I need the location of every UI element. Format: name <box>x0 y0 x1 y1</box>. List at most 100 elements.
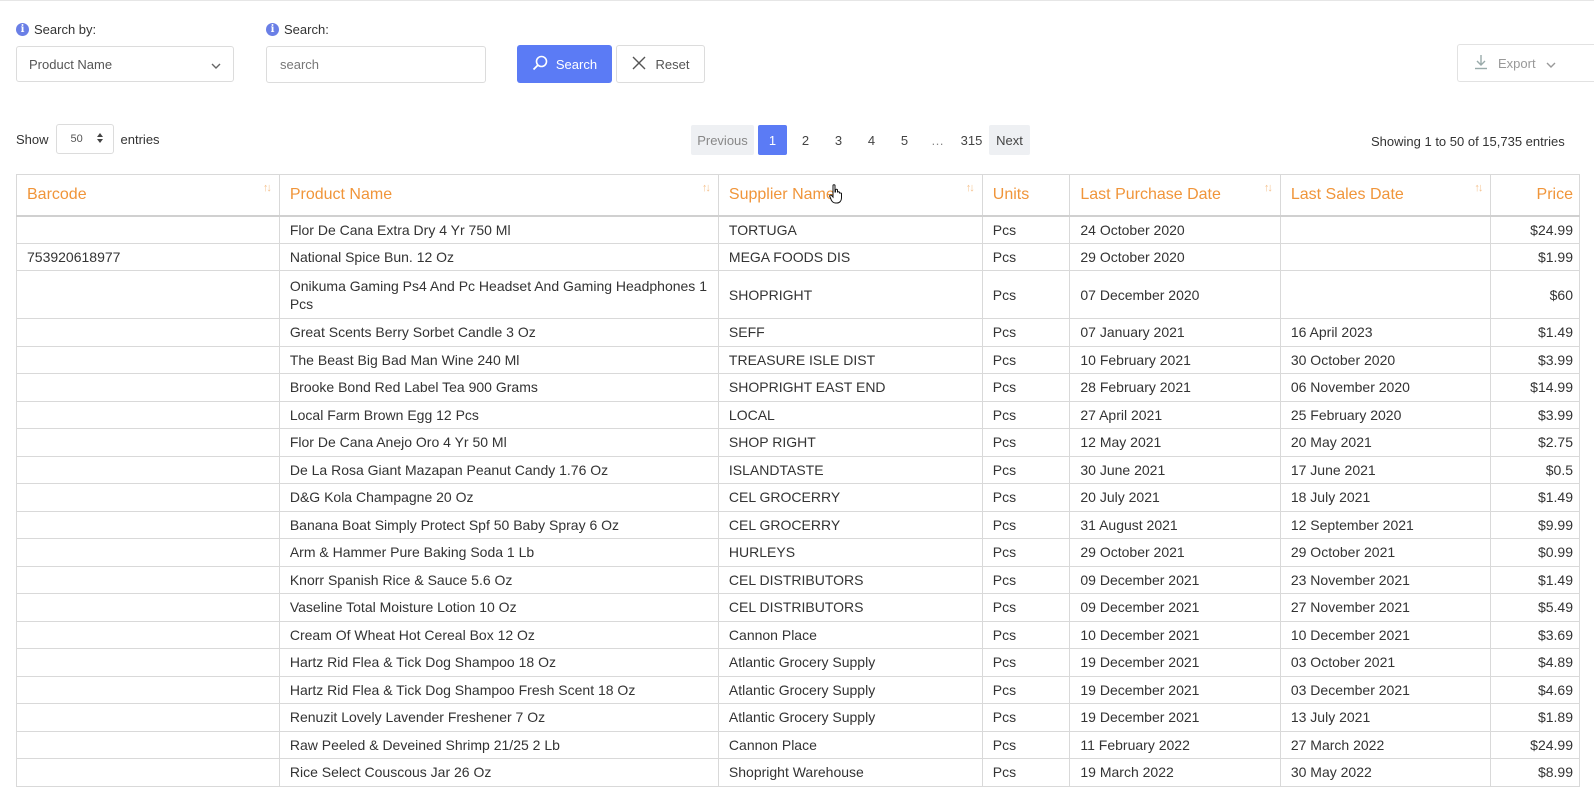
table-row[interactable]: 753920618977 National Spice Bun. 12 Oz MEG… <box>16 242 1580 271</box>
cell-supplier-name: Atlantic Grocery Supply <box>717 703 983 732</box>
table-row[interactable]: Great Scents Berry Sorbet Candle 3 Oz SEF… <box>16 318 1580 347</box>
cell-barcode <box>16 483 280 512</box>
table-row[interactable]: Local Farm Brown Egg 12 Pcs LOCAL Pcs 27 Ap… <box>16 400 1580 429</box>
cell-barcode <box>16 428 280 457</box>
cell-last-purchase-date: 07 December 2020 <box>1069 270 1281 319</box>
table-row[interactable]: Flor De Cana Anejo Oro 4 Yr 50 Ml SHOP RI… <box>16 428 1580 457</box>
cell-price: $0.5 <box>1490 455 1580 484</box>
cell-last-sales-date: 10 December 2021 <box>1279 620 1492 649</box>
cell-product-name: Local Farm Brown Egg 12 Pcs <box>278 400 719 429</box>
cell-barcode <box>16 538 280 567</box>
cell-last-purchase-date: 19 March 2022 <box>1069 758 1281 787</box>
table-row[interactable]: The Beast Big Bad Man Wine 240 Ml TREASUR… <box>16 345 1580 374</box>
pagination-page-5[interactable]: 5 <box>890 125 919 155</box>
cell-supplier-name: SHOP RIGHT <box>717 428 983 457</box>
column-header-product-name[interactable]: Product Name ↑↓ <box>278 174 719 217</box>
cell-price: $3.99 <box>1490 345 1580 374</box>
search-by-label-row: i Search by: <box>16 22 96 37</box>
top-divider <box>0 0 1594 1</box>
cell-barcode <box>16 565 280 594</box>
table-row[interactable]: Brooke Bond Red Label Tea 900 Grams SHOPR… <box>16 373 1580 402</box>
reset-button[interactable]: Reset <box>616 45 705 83</box>
table-body: Flor De Cana Extra Dry 4 Yr 750 Ml TORTUG… <box>16 215 1580 787</box>
cell-product-name: Arm & Hammer Pure Baking Soda 1 Lb <box>278 538 719 567</box>
column-header-last-purchase-date[interactable]: Last Purchase Date ↑↓ <box>1069 174 1281 217</box>
close-icon <box>632 56 646 73</box>
table-row[interactable]: Renuzit Lovely Lavender Freshener 7 Oz At… <box>16 703 1580 732</box>
search-by-value: Product Name <box>29 56 113 72</box>
cell-product-name: National Spice Bun. 12 Oz <box>278 242 719 271</box>
cell-product-name: Rice Select Couscous Jar 26 Oz <box>278 758 719 787</box>
column-header-supplier-name[interactable]: Supplier Name ↑↓ <box>717 174 983 217</box>
pagination-page-4[interactable]: 4 <box>857 125 886 155</box>
pagination-page-1[interactable]: 1 <box>758 125 787 155</box>
table-row[interactable]: Hartz Rid Flea & Tick Dog Shampoo Fresh … <box>16 675 1580 704</box>
table-header-row: Barcode ↑↓ Product Name ↑↓ Supplier Name ↑↓… <box>16 174 1580 217</box>
cell-barcode <box>16 620 280 649</box>
search-button-label: Search <box>555 56 598 72</box>
table-row[interactable]: Hartz Rid Flea & Tick Dog Shampoo 18 Oz A… <box>16 648 1580 677</box>
download-icon <box>1474 54 1488 73</box>
cell-units: Pcs <box>981 400 1071 429</box>
table-row[interactable]: Knorr Spanish Rice & Sauce 5.6 Oz CEL DIS… <box>16 565 1580 594</box>
cell-units: Pcs <box>981 483 1071 512</box>
column-header-price[interactable]: Price <box>1490 174 1580 217</box>
cell-last-sales-date <box>1279 270 1492 319</box>
table-row[interactable]: D&G Kola Champagne 20 Oz CEL GROCERRY Pcs 2… <box>16 483 1580 512</box>
pagination-previous[interactable]: Previous <box>691 125 754 155</box>
column-header-last-sales-date[interactable]: Last Sales Date ↑↓ <box>1279 174 1492 217</box>
cell-barcode <box>16 215 280 244</box>
cell-product-name: Cream Of Wheat Hot Cereal Box 12 Oz <box>278 620 719 649</box>
cell-supplier-name: CEL DISTRIBUTORS <box>717 593 983 622</box>
sort-icon: ↑↓ <box>262 182 272 194</box>
cell-last-purchase-date: 20 July 2021 <box>1069 483 1281 512</box>
cell-units: Pcs <box>981 215 1071 244</box>
cell-last-sales-date: 17 June 2021 <box>1279 455 1492 484</box>
cell-units: Pcs <box>981 565 1071 594</box>
pagination-page-2[interactable]: 2 <box>791 125 820 155</box>
table-row[interactable]: Vaseline Total Moisture Lotion 10 Oz CEL … <box>16 593 1580 622</box>
column-header-label: Product Name <box>289 185 393 203</box>
cell-supplier-name: SEFF <box>717 318 983 347</box>
cell-last-purchase-date: 31 August 2021 <box>1069 510 1281 539</box>
cell-price: $60 <box>1490 270 1580 319</box>
cell-last-purchase-date: 12 May 2021 <box>1069 428 1281 457</box>
entries-length-select[interactable]: 50 <box>55 124 114 154</box>
cell-last-sales-date <box>1279 215 1492 244</box>
table-row[interactable]: Banana Boat Simply Protect Spf 50 Baby S… <box>16 510 1580 539</box>
cell-product-name: De La Rosa Giant Mazapan Peanut Candy 1.… <box>278 455 719 484</box>
cell-supplier-name: SHOPRIGHT <box>717 270 983 319</box>
table-row[interactable]: Cream Of Wheat Hot Cereal Box 12 Oz Canno… <box>16 620 1580 649</box>
cell-product-name: Great Scents Berry Sorbet Candle 3 Oz <box>278 318 719 347</box>
table-row[interactable]: Rice Select Couscous Jar 26 Oz Shopright … <box>16 758 1580 787</box>
cell-product-name: Renuzit Lovely Lavender Freshener 7 Oz <box>278 703 719 732</box>
cell-last-purchase-date: 29 October 2020 <box>1069 242 1281 271</box>
search-button[interactable]: Search <box>517 45 612 83</box>
column-header-barcode[interactable]: Barcode ↑↓ <box>16 174 280 217</box>
table-row[interactable]: Flor De Cana Extra Dry 4 Yr 750 Ml TORTUG… <box>16 215 1580 244</box>
cell-supplier-name: TORTUGA <box>717 215 983 244</box>
search-input[interactable] <box>266 46 486 83</box>
cell-last-sales-date: 30 May 2022 <box>1279 758 1492 787</box>
table-row[interactable]: De La Rosa Giant Mazapan Peanut Candy 1.… <box>16 455 1580 484</box>
export-button[interactable]: Export <box>1457 44 1594 82</box>
pagination-page-3[interactable]: 3 <box>824 125 853 155</box>
cell-supplier-name: TREASURE ISLE DIST <box>717 345 983 374</box>
table-row[interactable]: Arm & Hammer Pure Baking Soda 1 Lb HURLEY… <box>16 538 1580 567</box>
cell-units: Pcs <box>981 675 1071 704</box>
search-label-row: i Search: <box>266 22 329 37</box>
cell-price: $1.49 <box>1490 565 1580 594</box>
cell-last-purchase-date: 19 December 2021 <box>1069 703 1281 732</box>
pagination-next[interactable]: Next <box>989 125 1030 155</box>
cell-units: Pcs <box>981 538 1071 567</box>
cell-last-purchase-date: 28 February 2021 <box>1069 373 1281 402</box>
table-row[interactable]: Raw Peeled & Deveined Shrimp 21/25 2 Lb C… <box>16 730 1580 759</box>
table-row[interactable]: Onikuma Gaming Ps4 And Pc Headset And Ga… <box>16 270 1580 319</box>
pagination-page-last[interactable]: 315 <box>956 125 987 155</box>
search-by-select[interactable]: Product Name <box>16 46 234 82</box>
column-header-label: Supplier Name <box>728 185 835 203</box>
cell-product-name: Vaseline Total Moisture Lotion 10 Oz <box>278 593 719 622</box>
cell-supplier-name: CEL DISTRIBUTORS <box>717 565 983 594</box>
cell-price: $1.49 <box>1490 318 1580 347</box>
cell-product-name: Flor De Cana Extra Dry 4 Yr 750 Ml <box>278 215 719 244</box>
